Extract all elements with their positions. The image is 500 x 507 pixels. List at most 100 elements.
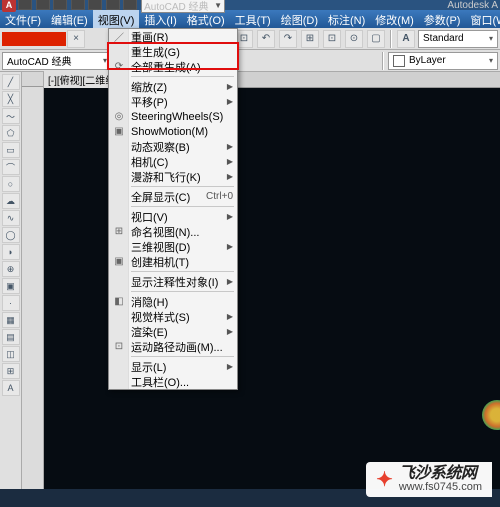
menu-item-3dviews[interactable]: 三维视图(D) ▶ xyxy=(109,239,237,254)
color-selector-label: ByLayer xyxy=(409,55,446,66)
menu-item-regen[interactable]: 重生成(G) xyxy=(109,44,237,59)
menu-item-hide[interactable]: ◧ 消隐(H) xyxy=(109,294,237,309)
color-swatch xyxy=(393,55,405,67)
tool-rect[interactable]: ▭ xyxy=(2,142,20,158)
menu-format[interactable]: 格式(O) xyxy=(182,10,230,28)
menu-item-namedviews[interactable]: ⊞ 命名视图(N)... xyxy=(109,224,237,239)
qat-btn[interactable] xyxy=(18,0,32,10)
toolbar-row-2: AutoCAD 经典 ▾ ⚙ ByLayer ▾ xyxy=(0,50,500,72)
viewcube-compass-icon[interactable] xyxy=(482,400,500,430)
tool-revcloud[interactable]: ☁ xyxy=(2,193,20,209)
tool-spline[interactable]: ∿ xyxy=(2,210,20,226)
menu-item-cleanscreen[interactable]: 全屏显示(C) Ctrl+0 xyxy=(109,189,237,204)
tool-region[interactable]: ◫ xyxy=(2,346,20,362)
menu-item-steeringwheels[interactable]: ◎ SteeringWheels(S) xyxy=(109,109,237,124)
toolbar-btn[interactable]: ⊞ xyxy=(301,30,319,48)
workspace-input-text: AutoCAD 经典 xyxy=(7,53,71,68)
tool-polygon[interactable]: ⬠ xyxy=(2,125,20,141)
submenu-arrow-icon: ▶ xyxy=(227,142,233,151)
tool-line[interactable]: ╱ xyxy=(2,74,20,90)
motionpath-icon: ⊡ xyxy=(112,340,126,354)
menu-item-camera[interactable]: 相机(C) ▶ xyxy=(109,154,237,169)
menu-item-createcamera[interactable]: ▣ 创建相机(T) xyxy=(109,254,237,269)
menu-label: 运动路径动画(M)... xyxy=(131,339,223,355)
color-selector[interactable]: ByLayer ▾ xyxy=(388,52,498,70)
menubar: 文件(F) 编辑(E) 视图(V) 插入(I) 格式(O) 工具(T) 绘图(D… xyxy=(0,10,500,28)
menu-item-pan[interactable]: 平移(P) ▶ xyxy=(109,94,237,109)
wheel-icon: ◎ xyxy=(112,110,126,124)
tool-hatch[interactable]: ▦ xyxy=(2,312,20,328)
workspace-input[interactable]: AutoCAD 经典 ▾ xyxy=(2,52,112,70)
menu-draw[interactable]: 绘图(D) xyxy=(276,10,323,28)
toolbar-btn[interactable]: ⊙ xyxy=(345,30,363,48)
menu-item-showmotion[interactable]: ▣ ShowMotion(M) xyxy=(109,124,237,139)
menu-item-render[interactable]: 渲染(E) ▶ xyxy=(109,324,237,339)
menu-view[interactable]: 视图(V) xyxy=(93,10,140,28)
palette-tab[interactable] xyxy=(22,72,43,87)
menu-window[interactable]: 窗口(W) xyxy=(465,10,500,28)
menu-edit[interactable]: 编辑(E) xyxy=(46,10,93,28)
menu-item-walkfly[interactable]: 漫游和飞行(K) ▶ xyxy=(109,169,237,184)
menu-label: 漫游和飞行(K) xyxy=(131,169,201,185)
tool-circle[interactable]: ○ xyxy=(2,176,20,192)
menu-item-toolbars[interactable]: 工具栏(O)... xyxy=(109,374,237,389)
qat-btn[interactable] xyxy=(36,0,50,10)
menu-modify[interactable]: 修改(M) xyxy=(370,10,419,28)
menu-item-viewports[interactable]: 视口(V) ▶ xyxy=(109,209,237,224)
tool-ellipse[interactable]: ◯ xyxy=(2,227,20,243)
menu-insert[interactable]: 插入(I) xyxy=(139,10,181,28)
menu-label: 重画(R) xyxy=(131,29,168,45)
menu-item-orbit[interactable]: 动态观察(B) ▶ xyxy=(109,139,237,154)
menu-item-annotative[interactable]: 显示注释性对象(I) ▶ xyxy=(109,274,237,289)
menu-item-zoom[interactable]: 缩放(Z) ▶ xyxy=(109,79,237,94)
menu-label: 重生成(G) xyxy=(131,44,180,60)
submenu-arrow-icon: ▶ xyxy=(227,97,233,106)
tool-block[interactable]: ▣ xyxy=(2,278,20,294)
titlebar: A AutoCAD 经典 ▼ Autodesk A xyxy=(0,0,500,10)
menu-tools[interactable]: 工具(T) xyxy=(230,10,276,28)
tool-ellipsearc[interactable]: ◗ xyxy=(2,244,20,260)
camera-icon: ▣ xyxy=(112,255,126,269)
redacted-area xyxy=(2,32,66,46)
menu-item-regenall[interactable]: ⟳ 全部重生成(A) xyxy=(109,59,237,74)
menu-item-visualstyles[interactable]: 视觉样式(S) ▶ xyxy=(109,309,237,324)
watermark: ✦ 飞沙系统网 www.fs0745.com xyxy=(366,462,492,497)
menu-file[interactable]: 文件(F) xyxy=(0,10,46,28)
tool-xline[interactable]: ╳ xyxy=(2,91,20,107)
qat-btn[interactable] xyxy=(106,0,120,10)
menu-item-motionpath[interactable]: ⊡ 运动路径动画(M)... xyxy=(109,339,237,354)
submenu-arrow-icon: ▶ xyxy=(227,327,233,336)
tool-table[interactable]: ⊞ xyxy=(2,363,20,379)
toolbar-btn[interactable]: × xyxy=(67,30,85,48)
tool-mtext[interactable]: A xyxy=(2,380,20,396)
menu-label: 渲染(E) xyxy=(131,324,168,340)
toolbar-btn[interactable]: A xyxy=(397,30,415,48)
toolbar-btn[interactable]: ▢ xyxy=(367,30,385,48)
chevron-down-icon: ▾ xyxy=(489,34,493,43)
submenu-arrow-icon: ▶ xyxy=(227,362,233,371)
menu-label: 显示注释性对象(I) xyxy=(131,274,218,290)
qat-btn[interactable] xyxy=(71,0,85,10)
submenu-arrow-icon: ▶ xyxy=(227,277,233,286)
view-menu-popup: ／ 重画(R) 重生成(G) ⟳ 全部重生成(A) 缩放(Z) ▶ 平移(P) … xyxy=(108,28,238,390)
watermark-url: www.fs0745.com xyxy=(399,482,482,493)
tool-gradient[interactable]: ▤ xyxy=(2,329,20,345)
hide-icon: ◧ xyxy=(112,295,126,309)
toolbar-btn[interactable]: ↷ xyxy=(279,30,297,48)
menu-divider xyxy=(131,76,234,77)
tool-pline[interactable]: ～ xyxy=(2,108,20,124)
toolbar-btn[interactable]: ↶ xyxy=(257,30,275,48)
style-selector[interactable]: Standard ▾ xyxy=(418,30,498,48)
tool-arc[interactable]: ⌒ xyxy=(2,159,20,175)
qat-btn[interactable] xyxy=(53,0,67,10)
qat-btn[interactable] xyxy=(123,0,137,10)
menu-param[interactable]: 参数(P) xyxy=(419,10,466,28)
toolbar-btn[interactable]: ⊡ xyxy=(323,30,341,48)
qat-btn[interactable] xyxy=(88,0,102,10)
tool-insert[interactable]: ⊕ xyxy=(2,261,20,277)
menu-item-redraw[interactable]: ／ 重画(R) xyxy=(109,29,237,44)
tool-point[interactable]: · xyxy=(2,295,20,311)
menu-dim[interactable]: 标注(N) xyxy=(323,10,370,28)
menu-item-display[interactable]: 显示(L) ▶ xyxy=(109,359,237,374)
menu-label: 全部重生成(A) xyxy=(131,59,201,75)
